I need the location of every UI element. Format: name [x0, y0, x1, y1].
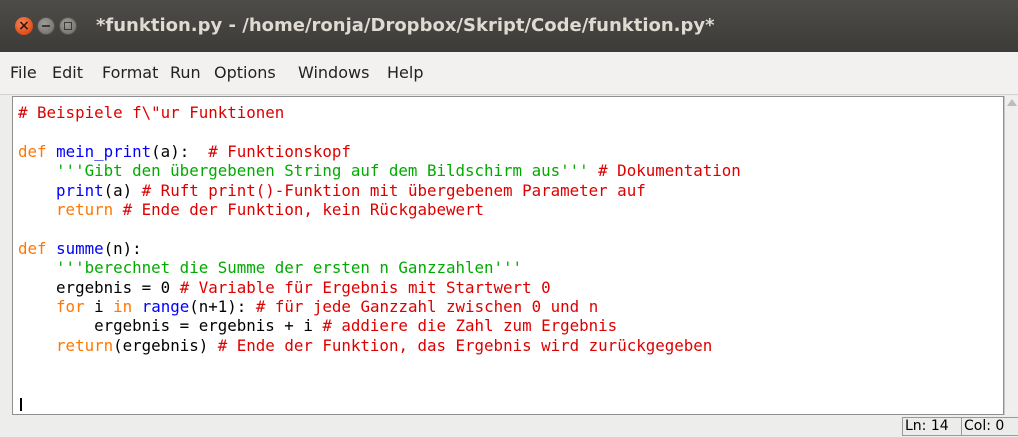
- menu-windows[interactable]: Windows: [298, 63, 369, 82]
- code-token: # Ende der Funktion, kein Rückgabewert: [122, 200, 485, 220]
- code-line: print(a) # Ruft print()-Funktion mit übe…: [18, 181, 741, 200]
- code-token: def: [18, 238, 47, 258]
- code-token: summe: [56, 238, 104, 258]
- code-token: i: [84, 297, 114, 317]
- code-token: ergebnis = ergebnis + i: [18, 316, 323, 336]
- code-token: # Funktionskopf: [208, 141, 351, 161]
- code-token: # addiere die Zahl zum Ergebnis: [322, 316, 618, 336]
- code-token: return: [56, 335, 114, 355]
- close-icon: ×: [18, 18, 30, 34]
- code-token: mein_print: [56, 141, 152, 161]
- status-bar: Ln: 14 Col: 0: [0, 415, 1018, 437]
- column-number-status: Col: 0: [961, 417, 1018, 436]
- code-line: ergebnis = ergebnis + i # addiere die Za…: [18, 316, 741, 335]
- code-line: def summe(n):: [18, 239, 741, 258]
- code-token: ergebnis = 0: [18, 277, 180, 297]
- code-token: def: [18, 141, 47, 161]
- code-token: (ergebnis): [113, 335, 218, 355]
- code-token: (a): [103, 180, 142, 200]
- menu-options[interactable]: Options: [214, 63, 276, 82]
- vertical-scrollbar[interactable]: [1004, 96, 1018, 415]
- code-token: # Ruft print()-Funktion mit übergebenem …: [141, 180, 646, 200]
- code-token: # Variable für Ergebnis mit Startwert 0: [179, 277, 551, 297]
- code-editor[interactable]: # Beispiele f\"ur Funktionen def mein_pr…: [12, 96, 1004, 415]
- maximize-window-button[interactable]: [59, 17, 77, 35]
- code-line: ergebnis = 0 # Variable für Ergebnis mit…: [18, 278, 741, 297]
- minimize-icon: [42, 25, 50, 27]
- code-token: for: [56, 297, 85, 317]
- code-token: # Beispiele f\"ur Funktionen: [18, 103, 285, 122]
- code-line: return(ergebnis) # Ende der Funktion, da…: [18, 336, 741, 355]
- code-token: # Ende der Funktion, das Ergebnis wird z…: [217, 335, 713, 355]
- code-token: range: [141, 297, 190, 317]
- code-line: def mein_print(a): # Funktionskopf: [18, 142, 741, 161]
- menu-file[interactable]: File: [10, 63, 37, 82]
- scroll-up-arrow-icon[interactable]: [1007, 99, 1017, 106]
- code-line: for i in range(n+1): # für jede Ganzzahl…: [18, 297, 741, 316]
- code-text[interactable]: # Beispiele f\"ur Funktionen def mein_pr…: [18, 103, 741, 355]
- code-line: '''berechnet die Summe der ersten n Ganz…: [18, 258, 741, 277]
- close-window-button[interactable]: ×: [15, 17, 33, 35]
- code-line: # Beispiele f\"ur Funktionen: [18, 103, 741, 122]
- code-token: '''berechnet die Summe der ersten n Ganz…: [56, 258, 523, 278]
- code-token: in: [113, 297, 133, 317]
- text-cursor: [20, 398, 22, 411]
- code-token: (n):: [103, 238, 142, 258]
- maximize-icon: [64, 22, 72, 30]
- code-line: '''Gibt den übergebenen String auf dem B…: [18, 161, 741, 180]
- code-line: return # Ende der Funktion, kein Rückgab…: [18, 200, 741, 219]
- code-token: '''Gibt den übergebenen String auf dem B…: [56, 161, 589, 181]
- window-title: *funktion.py - /home/ronja/Dropbox/Skrip…: [96, 15, 715, 36]
- menu-format[interactable]: Format: [102, 63, 158, 82]
- code-token: # Dokumentation: [598, 161, 741, 181]
- menu-bar: File Edit Format Run Options Windows Hel…: [0, 52, 1018, 95]
- title-bar[interactable]: × *funktion.py - /home/ronja/Dropbox/Skr…: [0, 0, 1018, 52]
- minimize-window-button[interactable]: [37, 17, 55, 35]
- menu-run[interactable]: Run: [170, 63, 201, 82]
- line-number-status: Ln: 14: [902, 417, 964, 436]
- menu-help[interactable]: Help: [387, 63, 423, 82]
- code-token: return: [56, 200, 114, 220]
- code-token: print: [56, 180, 104, 200]
- code-token: (n+1):: [189, 297, 256, 317]
- menu-edit[interactable]: Edit: [52, 63, 83, 82]
- code-token: (a):: [151, 141, 209, 161]
- code-token: # für jede Ganzzahl zwischen 0 und n: [255, 297, 599, 317]
